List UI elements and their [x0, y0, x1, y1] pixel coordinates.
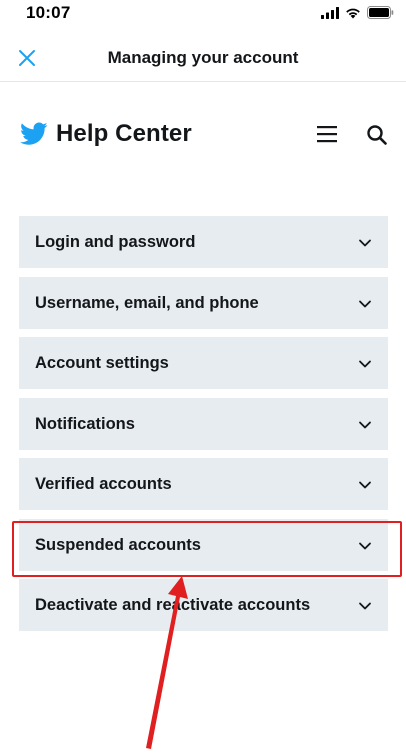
topic-suspended-accounts[interactable]: Suspended accounts: [19, 518, 388, 571]
topic-list: Login and password Username, email, and …: [19, 216, 388, 640]
topic-label: Account settings: [35, 354, 169, 372]
topic-deactivate-reactivate[interactable]: Deactivate and reactivate accounts: [19, 579, 388, 631]
help-center-bar: Help Center: [0, 112, 406, 160]
chevron-down-icon: [359, 481, 371, 489]
chevron-down-icon: [359, 542, 371, 549]
menu-button[interactable]: [316, 124, 342, 148]
cellular-signal-icon: [321, 6, 339, 19]
chevron-down-icon: [359, 239, 371, 247]
topic-login-and-password[interactable]: Login and password: [19, 216, 388, 268]
help-center-home-link[interactable]: Help Center: [20, 120, 192, 148]
page-title: Managing your account: [107, 48, 299, 67]
wifi-icon: [346, 8, 360, 18]
chevron-down-icon: [359, 421, 371, 428]
status-icons: [321, 6, 394, 19]
status-time: 10:07: [26, 3, 71, 22]
topic-account-settings[interactable]: Account settings: [19, 337, 388, 389]
chevron-down-icon: [359, 602, 371, 610]
search-icon: [367, 125, 387, 145]
hamburger-menu-icon: [317, 126, 337, 143]
topic-label: Username, email, and phone: [35, 293, 259, 312]
modal-header: Managing your account: [0, 33, 406, 82]
status-bar: 10:07: [0, 0, 406, 28]
topic-label: Suspended accounts: [35, 535, 201, 554]
topic-label: Verified accounts: [35, 475, 172, 493]
battery-icon: [367, 6, 394, 19]
topic-verified-accounts[interactable]: Verified accounts: [19, 458, 388, 510]
topic-username-email-phone[interactable]: Username, email, and phone: [19, 276, 388, 329]
search-button[interactable]: [366, 124, 390, 148]
help-center-title: Help Center: [56, 120, 192, 147]
twitter-bird-icon: [20, 122, 48, 145]
chevron-down-icon: [359, 360, 371, 368]
topic-label: Deactivate and reactivate accounts: [35, 596, 311, 614]
topic-label: Login and password: [35, 233, 196, 251]
topic-label: Notifications: [35, 414, 135, 433]
chevron-down-icon: [359, 300, 371, 307]
topic-notifications[interactable]: Notifications: [19, 397, 388, 450]
